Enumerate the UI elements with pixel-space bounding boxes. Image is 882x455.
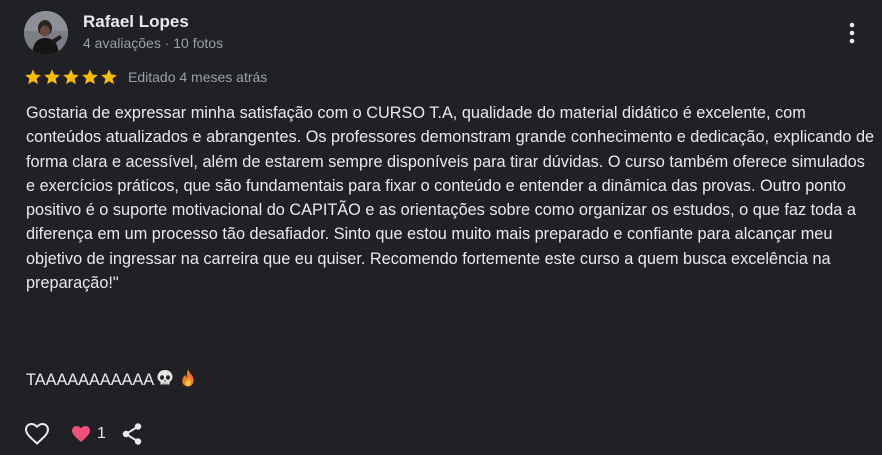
edited-time: Editado 4 meses atrás: [128, 69, 268, 85]
review-extra-text: TAAAAAAAAAAA: [26, 371, 155, 389]
reviewer-name[interactable]: Rafael Lopes: [83, 12, 189, 32]
review-text: Gostaria de expressar minha satisfação c…: [26, 104, 879, 293]
skull-emoji-icon: [155, 368, 175, 393]
star-icon: [44, 69, 60, 85]
reaction-summary[interactable]: 1: [71, 425, 106, 443]
like-button[interactable]: [24, 420, 54, 448]
review-actions: 1: [24, 420, 146, 448]
reviewer-meta: 4 avaliações · 10 fotos: [83, 35, 224, 51]
more-options-button[interactable]: [838, 18, 866, 48]
avatar[interactable]: [24, 11, 68, 55]
heart-outline-icon: [24, 422, 50, 445]
review-card: Rafael Lopes 4 avaliações · 10 fotos Edi…: [0, 0, 882, 455]
star-rating: [24, 68, 118, 86]
review-extra-line: TAAAAAAAAAAA: [26, 368, 197, 393]
share-icon: [122, 423, 142, 445]
more-vert-icon: [849, 22, 855, 44]
star-icon: [101, 69, 117, 85]
star-icon: [25, 69, 41, 85]
heart-filled-icon: [72, 426, 90, 442]
star-icon: [82, 69, 98, 85]
rating-row: Editado 4 meses atrás: [24, 67, 267, 87]
reaction-count: 1: [97, 425, 106, 442]
fire-emoji-icon: [179, 368, 197, 393]
star-icon: [63, 69, 79, 85]
avatar-photo: [24, 11, 68, 55]
share-button[interactable]: [118, 420, 146, 448]
